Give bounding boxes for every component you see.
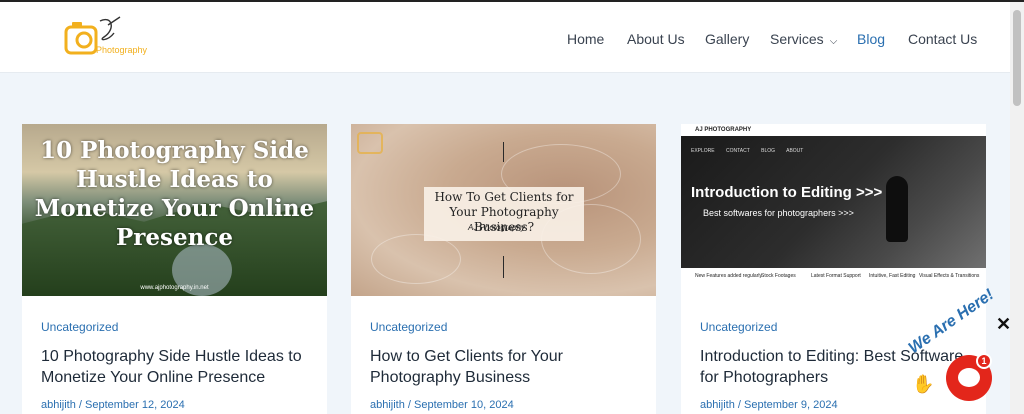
thumbnail-caption-box: How To Get Clients for Your Photography … xyxy=(424,187,584,241)
post-category[interactable]: Uncategorized xyxy=(41,320,118,334)
nav-blog[interactable]: Blog xyxy=(857,31,885,47)
feature-label: Visual Effects & Transitions xyxy=(919,273,980,279)
scrollbar-thumb[interactable] xyxy=(1013,10,1021,106)
thumbnail-brand: AJ PHOTOGRAPHY xyxy=(681,124,986,136)
blog-post-card[interactable]: AJ PHOTOGRAPHY EXPLORE CONTACT BLOG ABOU… xyxy=(681,124,986,414)
person-silhouette xyxy=(886,176,908,242)
nav-home[interactable]: Home xyxy=(567,31,604,47)
thumbnail-title: 10 Photography Side Hustle Ideas to Mone… xyxy=(34,137,315,251)
divider-line xyxy=(503,256,504,278)
blog-post-card[interactable]: 10 Photography Side Hustle Ideas to Mone… xyxy=(22,124,327,414)
thumbnail-nav: EXPLORE CONTACT BLOG ABOUT xyxy=(691,148,804,154)
post-category[interactable]: Uncategorized xyxy=(370,320,447,334)
nav-contact-us[interactable]: Contact Us xyxy=(908,31,977,47)
post-title[interactable]: 10 Photography Side Hustle Ideas to Mone… xyxy=(41,346,316,388)
site-header: Photography Home About Us Gallery Servic… xyxy=(0,2,1010,73)
thumbnail-subtitle: Best softwares for photographers >>> xyxy=(703,208,854,218)
chevron-down-icon: ⌵ xyxy=(829,36,838,47)
nav-gallery[interactable]: Gallery xyxy=(705,31,749,47)
thumbnail-brand: AJ Photography xyxy=(468,223,525,232)
close-chat-icon[interactable]: ✕ xyxy=(996,314,1011,335)
nav-services-label: Services xyxy=(770,31,824,47)
logo-brand-text: Photography xyxy=(96,45,148,55)
water-ripple xyxy=(371,234,461,284)
divider-line xyxy=(503,142,504,162)
thumbnail-banner: EXPLORE CONTACT BLOG ABOUT Introduction … xyxy=(681,136,986,268)
feature-label: New Features added regularly xyxy=(695,273,762,279)
camera-logo-icon xyxy=(357,132,383,154)
feature-label: Intuitive, Fast Editing xyxy=(869,273,916,279)
post-meta[interactable]: abhijith / September 12, 2024 xyxy=(41,399,185,411)
post-title[interactable]: How to Get Clients for Your Photography … xyxy=(370,346,645,388)
waving-hand-icon: ✋ xyxy=(912,374,935,394)
post-thumbnail[interactable]: How To Get Clients for Your Photography … xyxy=(351,124,656,296)
chat-bubble-icon xyxy=(958,368,980,387)
feature-label: Latest Format Support xyxy=(811,273,861,279)
nav-about-us[interactable]: About Us xyxy=(627,31,685,47)
thumbnail-url: www.ajphotography.in.net xyxy=(140,285,209,291)
page-scrollbar[interactable] xyxy=(1010,2,1024,414)
nav-services[interactable]: Services ⌵ xyxy=(770,31,837,47)
post-meta[interactable]: abhijith / September 9, 2024 xyxy=(700,399,838,411)
feature-label: Stock Footages xyxy=(761,273,796,279)
thumbnail-title: Introduction to Editing >>> xyxy=(691,184,883,201)
chat-notification-badge: 1 xyxy=(976,353,992,369)
post-thumbnail[interactable]: 10 Photography Side Hustle Ideas to Mone… xyxy=(22,124,327,296)
blog-post-card[interactable]: How To Get Clients for Your Photography … xyxy=(351,124,656,414)
post-category[interactable]: Uncategorized xyxy=(700,320,777,334)
feature-icons-row: New Features added regularly Stock Foota… xyxy=(681,270,986,296)
post-thumbnail[interactable]: AJ PHOTOGRAPHY EXPLORE CONTACT BLOG ABOU… xyxy=(681,124,986,296)
post-meta[interactable]: abhijith / September 10, 2024 xyxy=(370,399,514,411)
